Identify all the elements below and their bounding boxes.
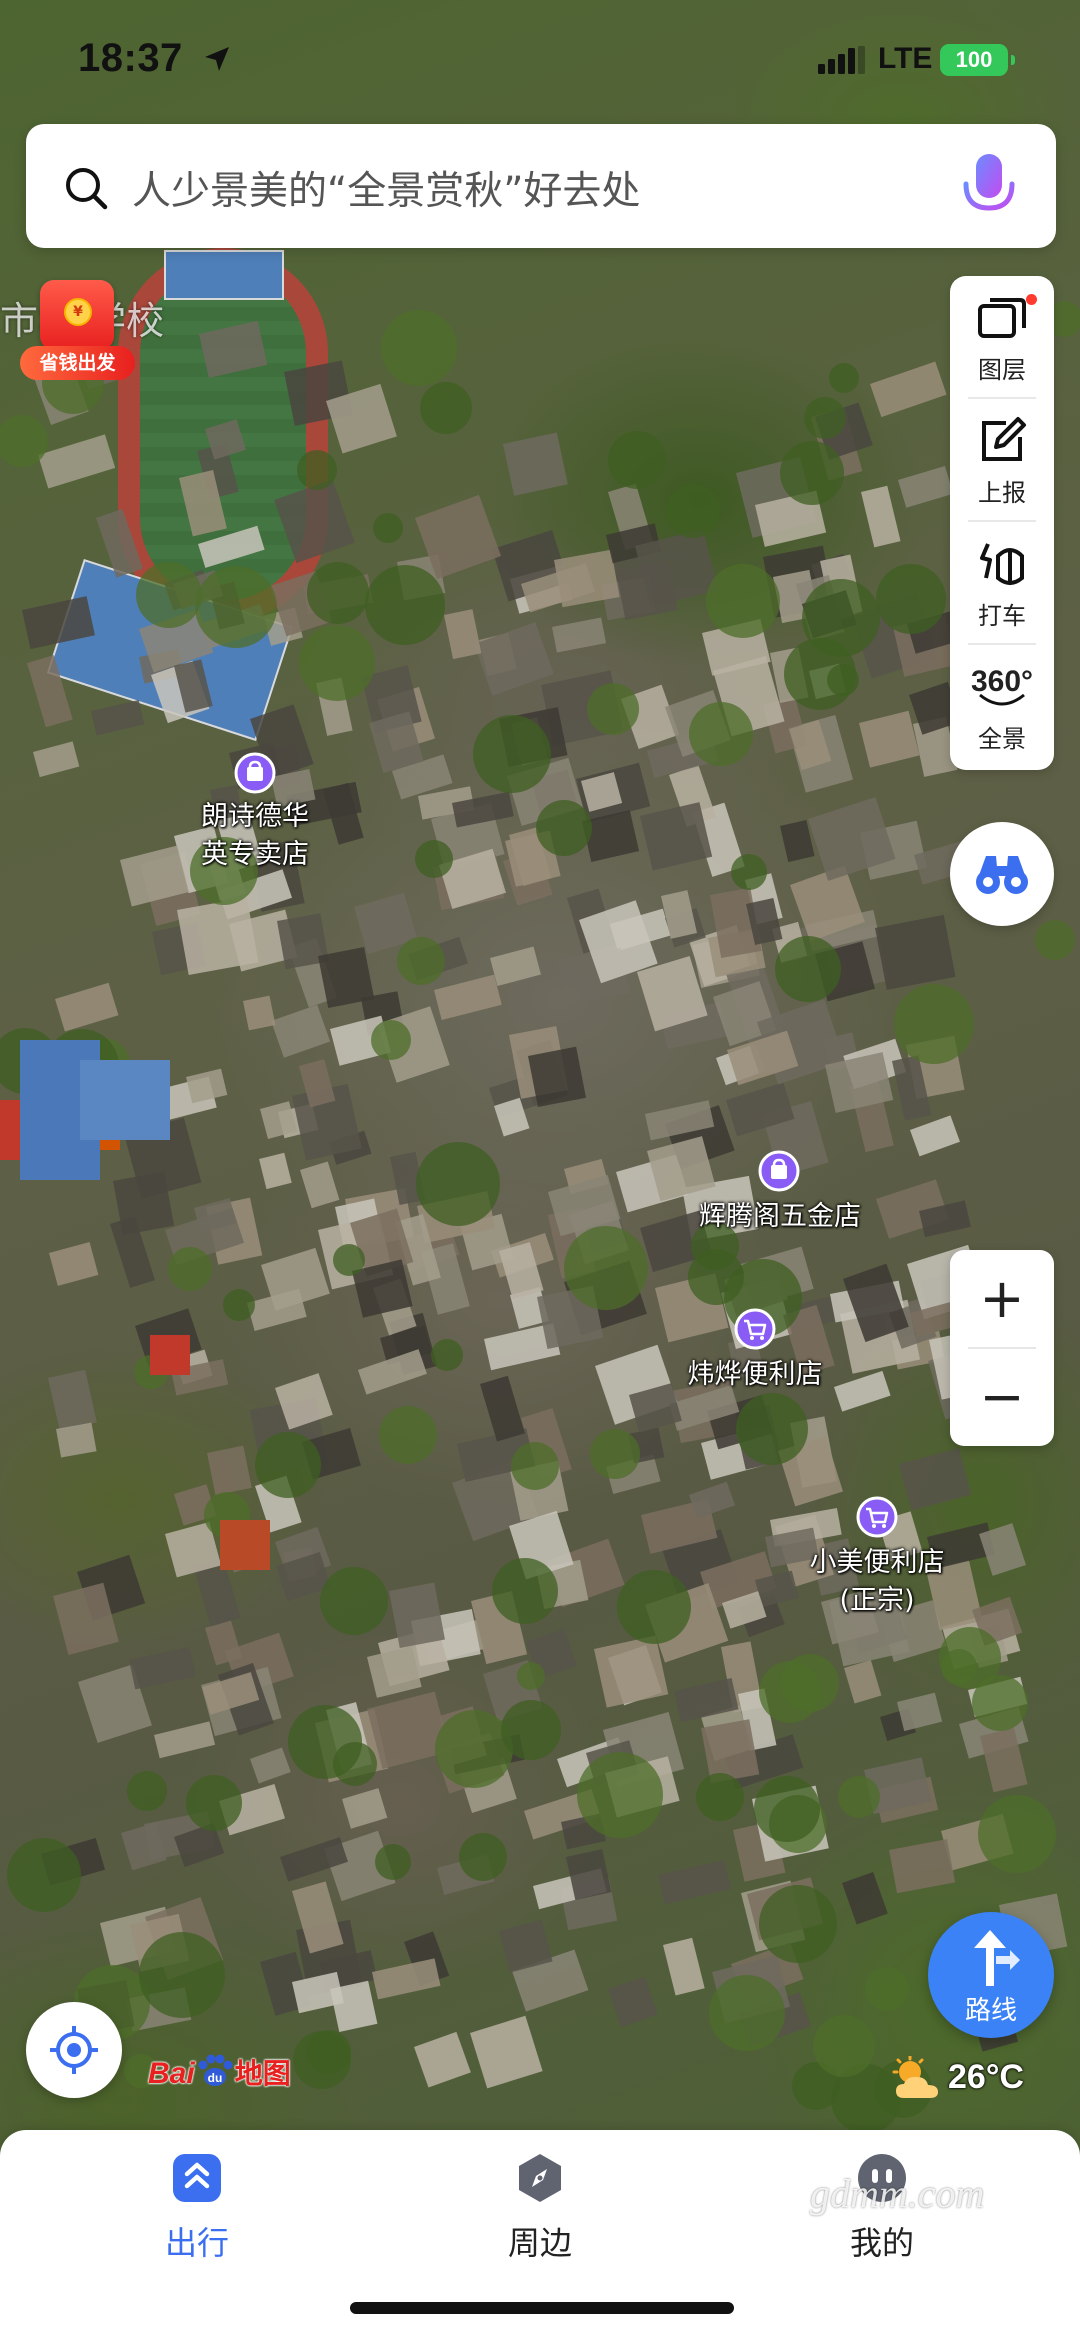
report-label: 上报	[978, 479, 1026, 507]
map-toolbar: 图层 上报 打车 360° 全景	[950, 276, 1054, 770]
poi-name: 辉腾阁五金店	[699, 1201, 861, 1232]
taxi-icon	[980, 543, 1024, 585]
panorama-label: 全景	[978, 725, 1026, 753]
watermark: gdmm.com	[810, 2171, 985, 2216]
taxi-button[interactable]: 打车	[950, 522, 1054, 645]
poi-name-line2: (正宗)	[839, 1585, 915, 1616]
shopping-cart-icon	[734, 1308, 776, 1350]
status-time: 18:37	[78, 36, 183, 80]
binoculars-icon	[976, 856, 1028, 894]
my-location-button[interactable]	[26, 2002, 122, 2098]
tab-travel-label: 出行	[164, 2224, 229, 2262]
notification-dot	[1026, 294, 1037, 305]
location-arrow-icon	[205, 47, 229, 71]
tab-nearby[interactable]: 周边	[450, 2152, 630, 2282]
poi-marker[interactable]: 炜烨便利店	[670, 1308, 840, 1398]
status-bar: 18:37 LTE 100	[0, 0, 1080, 120]
shop-bag-icon	[234, 752, 276, 794]
travel-icon	[173, 2154, 221, 2202]
report-button[interactable]: 上报	[950, 399, 1054, 522]
tab-nearby-label: 周边	[507, 2224, 572, 2262]
search-bar[interactable]: 人少景美的“全景赏秋”好去处	[26, 124, 1056, 248]
route-button[interactable]: 路线	[928, 1912, 1054, 2038]
shop-bag-icon	[758, 1150, 800, 1192]
route-label: 路线	[964, 1996, 1017, 2026]
poi-marker[interactable]: 辉腾阁五金店	[680, 1150, 880, 1240]
zoom-out-button[interactable]: −	[950, 1348, 1054, 1446]
poi-name-line2: 英专卖店	[201, 839, 309, 870]
poi-name: 小美便利店	[809, 1547, 945, 1578]
edit-report-icon	[982, 417, 1026, 461]
panorama-explore-button[interactable]	[950, 822, 1054, 926]
microphone-icon[interactable]	[954, 150, 1024, 224]
shopping-cart-icon	[856, 1496, 898, 1538]
compass-icon	[519, 2154, 561, 2202]
zoom-in-button[interactable]: +	[950, 1250, 1054, 1348]
satellite-map[interactable]	[0, 0, 1080, 2337]
network-type: LTE	[878, 42, 933, 75]
layers-label: 图层	[978, 356, 1026, 384]
sun-cloud-icon	[892, 2056, 938, 2098]
promo-badge[interactable]: ¥ 省钱出发	[20, 280, 135, 385]
coin-icon: ¥	[64, 298, 92, 326]
battery-indicator: 100	[940, 44, 1015, 76]
promo-label: 省钱出发	[20, 346, 135, 380]
tab-profile-label: 我的	[849, 2224, 914, 2262]
locate-icon	[50, 2026, 98, 2074]
baidu-paw-icon: du	[198, 2054, 233, 2086]
temperature: 26°C	[948, 2058, 1024, 2096]
svg-text:du: du	[207, 2071, 222, 2085]
poi-name: 炜烨便利店	[687, 1359, 823, 1390]
route-arrow-icon	[974, 1930, 1020, 1986]
layers-button[interactable]: 图层	[950, 276, 1054, 399]
taxi-label: 打车	[978, 602, 1026, 630]
panorama-button[interactable]: 360° 全景	[950, 645, 1054, 768]
search-icon	[66, 168, 108, 210]
signal-icon	[818, 46, 865, 74]
layers-icon	[978, 298, 1026, 338]
building-roofs	[0, 301, 1080, 2134]
poi-marker[interactable]: 朗诗德华 英专卖店	[170, 752, 340, 882]
home-indicator[interactable]	[350, 2302, 734, 2314]
zoom-control: + −	[950, 1250, 1054, 1446]
search-placeholder: 人少景美的“全景赏秋”好去处	[132, 169, 641, 214]
poi-name: 朗诗德华	[201, 801, 309, 832]
poi-marker[interactable]: 小美便利店 (正宗)	[792, 1496, 962, 1626]
panorama-arc-icon	[979, 693, 1025, 706]
baidu-map-logo: Bai du 地图	[148, 2052, 291, 2100]
tab-travel[interactable]: 出行	[107, 2152, 287, 2282]
